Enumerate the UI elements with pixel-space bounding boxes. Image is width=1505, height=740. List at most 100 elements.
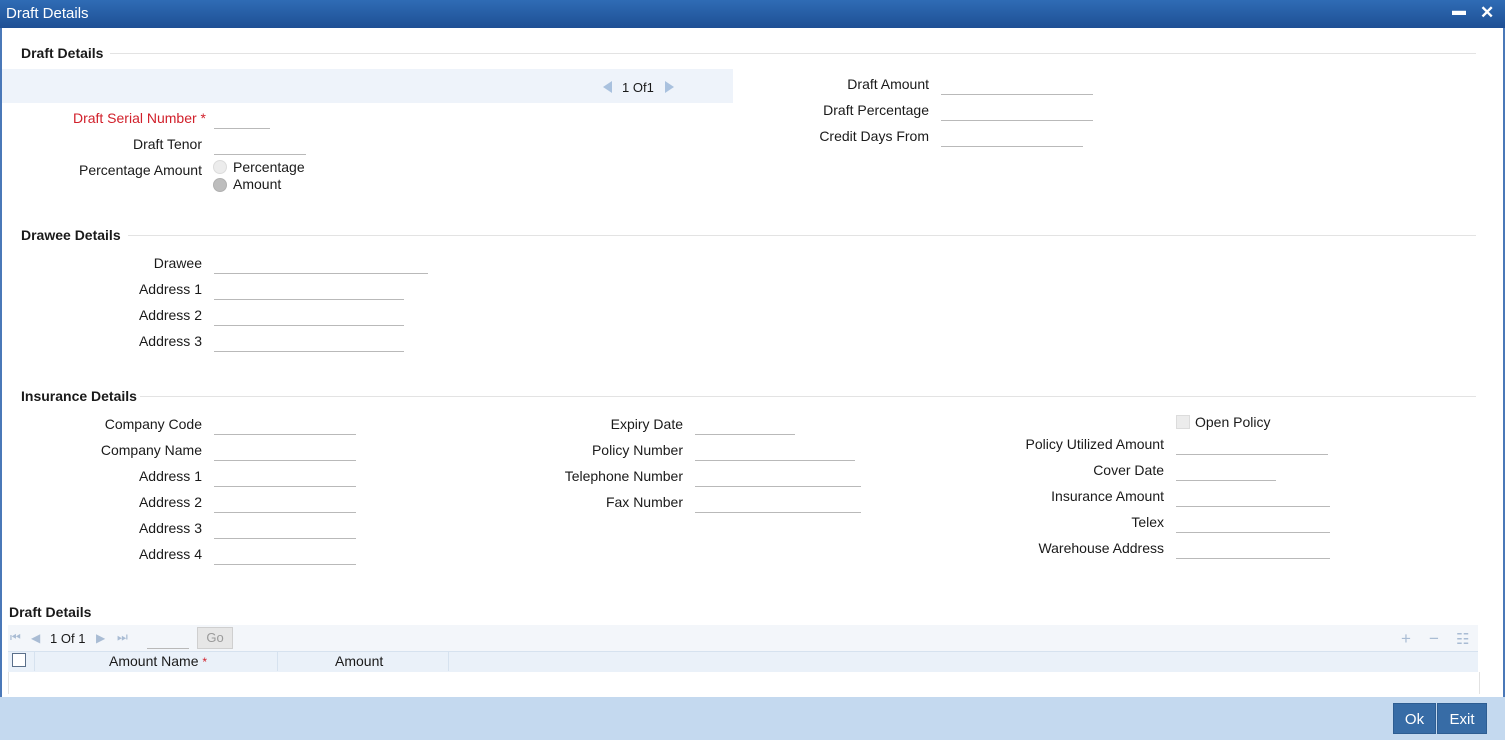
previous-record-icon[interactable] [603,81,612,93]
drawee-input[interactable] [214,255,428,274]
telephone-number-input[interactable] [695,468,861,487]
company-code-label: Company Code [104,416,202,432]
grid-of-label: Of [60,631,75,646]
company-name-label: Company Name [100,442,202,458]
section-divider [128,235,1476,236]
draft-serial-number-label-text: Draft Serial Number [72,110,197,126]
draft-percentage-label: Draft Percentage [823,102,929,118]
next-record-icon[interactable] [665,81,674,93]
percentage-radio[interactable] [213,160,227,174]
company-code-input[interactable] [214,416,356,435]
grid-header-row [8,651,1478,673]
grid-total-pages: 1 [78,631,86,646]
drawee-details-section-title: Drawee Details [21,227,121,243]
drawee-address1-input[interactable] [214,281,404,300]
open-policy-checkbox[interactable] [1176,415,1190,429]
cover-date-label: Cover Date [1093,462,1164,478]
draft-amount-label: Draft Amount [847,76,929,92]
insurance-amount-label: Insurance Amount [1051,488,1164,504]
go-button[interactable]: Go [197,627,233,649]
first-page-icon[interactable]: ⏮ [10,630,21,645]
record-total-pages: 1 [646,80,654,95]
view-rows-icon[interactable]: ☷ [1456,630,1469,648]
percentage-amount-label: Percentage Amount [79,162,202,178]
insurance-address3-label: Address 3 [138,520,202,536]
grid-current-page: 1 [50,631,58,646]
required-marker: * [200,110,206,126]
warehouse-address-input[interactable] [1176,540,1330,559]
required-marker: * [202,655,208,669]
window-frame-left [0,28,2,740]
delete-row-icon[interactable]: − [1429,629,1439,649]
section-divider [110,53,1476,54]
insurance-address1-label: Address 1 [138,468,202,484]
telex-label: Telex [1131,514,1164,530]
draft-details-grid-title: Draft Details [9,604,92,620]
open-policy-label: Open Policy [1195,414,1271,430]
warehouse-address-label: Warehouse Address [1038,540,1164,556]
policy-utilized-amount-label: Policy Utilized Amount [1025,436,1164,452]
amount-radio-label: Amount [233,176,282,192]
fax-number-input[interactable] [695,494,861,513]
policy-utilized-amount-input[interactable] [1176,436,1328,455]
telephone-number-label: Telephone Number [564,468,683,484]
draft-percentage-input[interactable] [941,102,1093,121]
grid-page-input[interactable] [147,630,189,649]
column-header-amount[interactable]: Amount [335,653,383,669]
insurance-address4-label: Address 4 [138,546,202,562]
drawee-address2-input[interactable] [214,307,404,326]
amount-radio[interactable] [213,178,227,192]
column-header-amount-name-text: Amount Name [109,653,199,669]
insurance-details-section-title: Insurance Details [21,388,137,404]
record-current-page: 1 [622,80,630,95]
drawee-address3-input[interactable] [214,333,404,352]
draft-amount-input[interactable] [941,76,1093,95]
draft-tenor-input[interactable] [214,136,306,155]
insurance-address2-input[interactable] [214,494,356,513]
insurance-address2-label: Address 2 [138,494,202,510]
add-row-icon[interactable]: + [1401,629,1411,649]
minimize-icon[interactable]: ▬ [1452,2,1466,18]
record-page-indicator: 1 Of1 [622,80,654,95]
policy-number-label: Policy Number [591,442,683,458]
next-page-icon[interactable]: ▶ [96,631,105,645]
close-icon[interactable]: ✕ [1480,3,1494,23]
draft-serial-number-input[interactable] [214,110,270,129]
expiry-date-input[interactable] [695,416,795,435]
previous-page-icon[interactable]: ◀ [31,631,40,645]
drawee-address3-label: Address 3 [138,333,202,349]
drawee-address2-label: Address 2 [138,307,202,323]
drawee-address1-label: Address 1 [138,281,202,297]
credit-days-from-label: Credit Days From [819,128,929,144]
drawee-label: Drawee [153,255,202,271]
draft-serial-number-label: Draft Serial Number * [73,110,206,126]
credit-days-from-input[interactable] [941,128,1083,147]
insurance-amount-input[interactable] [1176,488,1330,507]
company-name-input[interactable] [214,442,356,461]
record-of-label: Of [632,80,647,95]
policy-number-input[interactable] [695,442,855,461]
insurance-address4-input[interactable] [214,546,356,565]
grid-body [8,672,1480,694]
percentage-radio-label: Percentage [233,159,305,175]
draft-details-section-title: Draft Details [21,45,104,61]
cover-date-input[interactable] [1176,462,1276,481]
footer-bar [0,697,1505,740]
ok-button[interactable]: Ok [1393,703,1436,734]
last-page-icon[interactable]: ⏭ [117,630,128,645]
window-title-bar: Draft Details ▬ ✕ [0,0,1505,28]
column-separator [34,651,35,671]
grid-page-indicator: 1 Of 1 [50,631,85,646]
telex-input[interactable] [1176,514,1330,533]
draft-tenor-label: Draft Tenor [133,136,202,152]
insurance-address3-input[interactable] [214,520,356,539]
window-title: Draft Details [6,5,89,22]
exit-button[interactable]: Exit [1437,703,1487,734]
insurance-address1-input[interactable] [214,468,356,487]
fax-number-label: Fax Number [605,494,683,510]
select-all-checkbox[interactable] [12,653,26,667]
column-separator [277,651,278,671]
expiry-date-label: Expiry Date [610,416,683,432]
column-separator [448,651,449,671]
column-header-amount-name[interactable]: Amount Name * [109,653,207,669]
